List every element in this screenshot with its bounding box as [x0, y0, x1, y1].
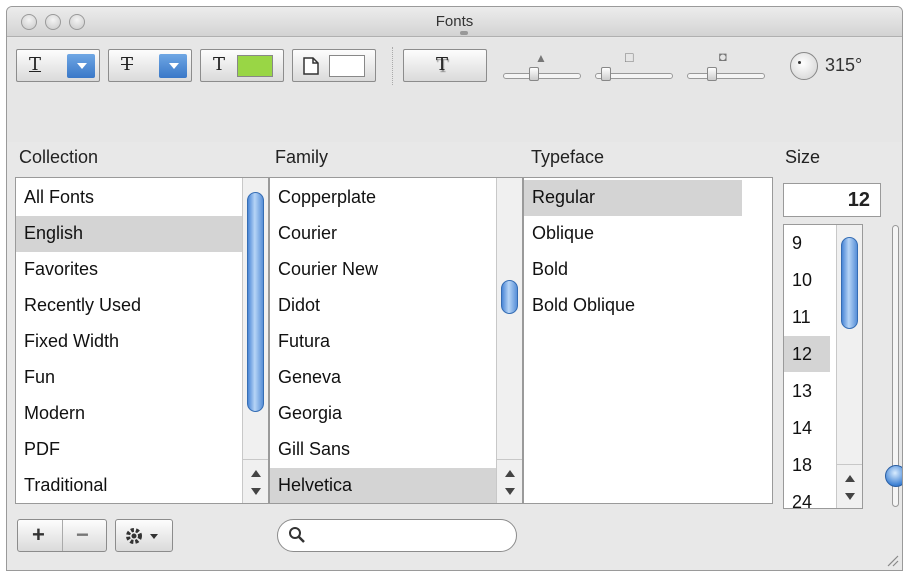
- scroll-arrows: [243, 459, 268, 503]
- shadow-blur-icon: □: [625, 49, 634, 65]
- list-item[interactable]: Recently Used: [16, 288, 242, 324]
- window-title: Fonts: [435, 13, 474, 30]
- list-item[interactable]: Courier: [270, 216, 496, 252]
- resize-grip-icon[interactable]: [883, 551, 899, 567]
- scroll-up-icon[interactable]: [251, 470, 261, 477]
- shadow-blur-slider[interactable]: [595, 67, 673, 83]
- slider-knob[interactable]: [529, 67, 539, 81]
- scroll-thumb[interactable]: [501, 280, 518, 314]
- size-header: Size: [785, 147, 821, 167]
- text-color-button[interactable]: T: [200, 49, 284, 82]
- family-scrollbar[interactable]: [496, 178, 522, 503]
- scroll-arrows: [497, 459, 522, 503]
- list-item[interactable]: Copperplate: [270, 180, 496, 216]
- typeface-list[interactable]: Regular Oblique Bold Bold Oblique: [523, 177, 773, 504]
- underline-icon: T: [29, 54, 42, 75]
- list-item[interactable]: Favorites: [16, 252, 242, 288]
- collection-header: Collection: [19, 147, 99, 167]
- document-color-icon: [303, 57, 319, 80]
- shadow-opacity-icon: ▲: [535, 51, 547, 65]
- add-collection-button[interactable]: +: [32, 522, 45, 548]
- add-remove-buttons: + −: [17, 519, 107, 552]
- underline-popup-button[interactable]: T: [16, 49, 100, 82]
- list-item[interactable]: PDF: [16, 432, 242, 468]
- family-list[interactable]: Copperplate Courier Courier New Didot Fu…: [269, 177, 523, 504]
- toolbar-toggle-button[interactable]: [460, 31, 468, 35]
- document-color-swatch: [329, 55, 365, 77]
- text-color-swatch: [237, 55, 273, 77]
- fonts-window: Fonts T T T T ▲ □ ◘ 315° Collection Fami…: [6, 6, 903, 571]
- list-item[interactable]: 14: [784, 410, 830, 446]
- toolbar-separator: [392, 47, 393, 85]
- scroll-thumb[interactable]: [247, 192, 264, 412]
- strikethrough-popup-button[interactable]: T: [108, 49, 192, 82]
- list-item[interactable]: Georgia: [270, 396, 496, 432]
- family-search[interactable]: [277, 519, 517, 552]
- scroll-down-icon[interactable]: [505, 488, 515, 495]
- list-item[interactable]: Bold Oblique: [524, 288, 742, 324]
- chevron-down-icon: [67, 54, 95, 78]
- text-shadow-icon: T: [436, 54, 449, 75]
- family-header: Family: [275, 147, 328, 167]
- list-item[interactable]: Regular: [524, 180, 742, 216]
- size-scrollbar[interactable]: [836, 225, 862, 508]
- shadow-angle-icon[interactable]: [790, 52, 818, 80]
- list-item[interactable]: Helvetica: [270, 468, 496, 503]
- list-item[interactable]: Bold: [524, 252, 742, 288]
- strikethrough-icon: T: [121, 54, 134, 75]
- list-item[interactable]: All Fonts: [16, 180, 242, 216]
- list-item[interactable]: Traditional: [16, 468, 242, 503]
- list-item[interactable]: 18: [784, 447, 830, 483]
- slider-knob[interactable]: [601, 67, 611, 81]
- list-item[interactable]: English: [16, 216, 242, 252]
- shadow-offset-slider[interactable]: [687, 67, 765, 83]
- list-item[interactable]: Geneva: [270, 360, 496, 396]
- list-item[interactable]: Courier New: [270, 252, 496, 288]
- remove-collection-button[interactable]: −: [76, 522, 89, 548]
- title-bar[interactable]: Fonts: [7, 7, 902, 37]
- chevron-down-icon: [159, 54, 187, 78]
- list-item[interactable]: 12: [784, 336, 830, 372]
- scroll-up-icon[interactable]: [505, 470, 515, 477]
- shadow-offset-icon: ◘: [719, 49, 727, 64]
- scroll-down-icon[interactable]: [251, 488, 261, 495]
- divider: [62, 520, 63, 551]
- scroll-up-icon[interactable]: [845, 475, 855, 482]
- shadow-angle-value: 315°: [825, 55, 863, 75]
- list-item[interactable]: 13: [784, 373, 830, 409]
- scroll-arrows: [837, 464, 862, 508]
- collection-scrollbar[interactable]: [242, 178, 268, 503]
- text-shadow-button[interactable]: T: [403, 49, 487, 82]
- list-item[interactable]: 24: [784, 484, 830, 508]
- document-color-button[interactable]: [292, 49, 376, 82]
- list-item[interactable]: 9: [784, 225, 830, 261]
- collection-list[interactable]: All Fonts English Favorites Recently Use…: [15, 177, 269, 504]
- list-item[interactable]: Didot: [270, 288, 496, 324]
- list-item[interactable]: Futura: [270, 324, 496, 360]
- slider-track: [503, 73, 581, 79]
- scroll-down-icon[interactable]: [845, 493, 855, 500]
- size-slider[interactable]: [885, 225, 902, 507]
- shadow-opacity-slider[interactable]: [503, 67, 581, 83]
- search-input[interactable]: [312, 524, 508, 548]
- search-icon: [288, 526, 306, 549]
- list-item[interactable]: 10: [784, 262, 830, 298]
- list-item[interactable]: Fun: [16, 360, 242, 396]
- size-list[interactable]: 9 10 11 12 13 14 18 24: [783, 224, 863, 509]
- list-item[interactable]: Modern: [16, 396, 242, 432]
- list-item[interactable]: 11: [784, 299, 830, 335]
- text-color-icon: T: [213, 54, 226, 75]
- typeface-header: Typeface: [531, 147, 605, 167]
- size-field[interactable]: 12: [783, 183, 881, 217]
- slider-knob[interactable]: [885, 465, 902, 487]
- slider-knob[interactable]: [707, 67, 717, 81]
- gear-icon: [124, 526, 162, 551]
- action-menu-button[interactable]: [115, 519, 173, 552]
- scroll-thumb[interactable]: [841, 237, 858, 329]
- list-item[interactable]: Fixed Width: [16, 324, 242, 360]
- slider-track: [687, 73, 765, 79]
- list-item[interactable]: Gill Sans: [270, 432, 496, 468]
- list-item[interactable]: Oblique: [524, 216, 742, 252]
